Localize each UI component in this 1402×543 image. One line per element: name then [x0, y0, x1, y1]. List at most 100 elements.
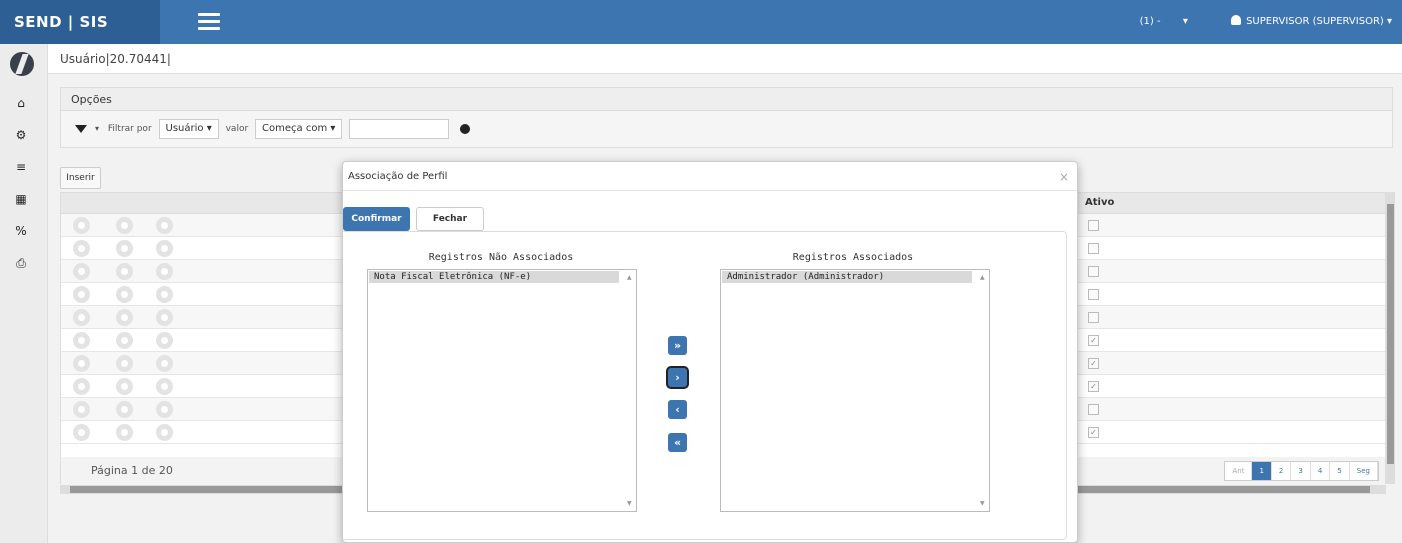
confirm-button[interactable]: Confirmar	[343, 207, 410, 231]
move-all-right-button[interactable]: »	[668, 336, 687, 355]
ativo-checkbox: ✓	[1088, 335, 1099, 346]
divider	[343, 190, 1077, 191]
profile-association-modal: Associação de Perfil × Confirmar Fechar …	[342, 161, 1078, 543]
edit-icon[interactable]	[116, 424, 133, 441]
ativo-checkbox	[1088, 266, 1099, 277]
gears-icon[interactable]: ⚙	[14, 128, 28, 142]
listbox-scrollbar[interactable]: ▲ ▼	[977, 270, 989, 511]
associated-listbox[interactable]: Administrador (Administrador) ▲ ▼	[720, 269, 990, 512]
brand-logo[interactable]: SEND | SIS	[0, 0, 160, 44]
value-label: valor	[225, 124, 249, 134]
view-icon[interactable]	[73, 309, 90, 326]
associated-title: Registros Associados	[792, 252, 914, 263]
close-button[interactable]: Fechar	[416, 207, 484, 231]
view-icon[interactable]	[73, 378, 90, 395]
view-icon[interactable]	[73, 217, 90, 234]
user-icon	[1231, 15, 1242, 25]
edit-icon[interactable]	[116, 240, 133, 257]
menu-toggle-icon[interactable]	[198, 13, 220, 31]
view-icon[interactable]	[73, 263, 90, 280]
print-icon[interactable]: ⎙	[14, 256, 28, 270]
view-icon[interactable]	[73, 240, 90, 257]
user-dropdown[interactable]: SUPERVISOR (SUPERVISOR) ▾	[1231, 0, 1392, 44]
left-nav: ⌂ ⚙ ≡ ▦ % ⎙	[0, 44, 48, 543]
unassociated-listbox[interactable]: Nota Fiscal Eletrônica (NF-e) ▲ ▼	[367, 269, 637, 512]
listbox-scrollbar[interactable]: ▲ ▼	[624, 270, 636, 511]
delete-icon[interactable]	[156, 263, 173, 280]
delete-icon[interactable]	[156, 286, 173, 303]
delete-icon[interactable]	[156, 309, 173, 326]
company-logo-icon	[10, 52, 34, 76]
edit-icon[interactable]	[116, 309, 133, 326]
page-info: Página 1 de 20	[91, 464, 173, 477]
list-item[interactable]: Nota Fiscal Eletrônica (NF-e)	[369, 271, 619, 283]
add-filter-icon[interactable]	[460, 124, 471, 134]
user-label: SUPERVISOR (SUPERVISOR)	[1246, 16, 1384, 27]
view-icon[interactable]	[73, 424, 90, 441]
pager-item[interactable]: 3	[1291, 462, 1311, 480]
move-right-button[interactable]: ›	[668, 368, 687, 387]
filter-icon[interactable]	[75, 125, 87, 133]
list-icon[interactable]: ≡	[14, 160, 28, 174]
pager: Ant 1 2 3 4 5 Seg	[1224, 461, 1379, 481]
move-all-left-button[interactable]: «	[668, 433, 687, 452]
edit-icon[interactable]	[116, 332, 133, 349]
pager-item[interactable]: Ant	[1225, 462, 1253, 480]
filter-operator-value: Começa com	[262, 123, 328, 134]
ativo-checkbox	[1088, 220, 1099, 231]
filter-operator-select[interactable]: Começa com ▾	[255, 119, 343, 139]
pager-item[interactable]: 4	[1311, 462, 1331, 480]
company-label: (1) -	[1139, 16, 1161, 27]
pager-item[interactable]: 2	[1272, 462, 1292, 480]
company-dropdown[interactable]: (1) - ▾	[1140, 0, 1188, 44]
edit-icon[interactable]	[116, 355, 133, 372]
ativo-checkbox: ✓	[1088, 358, 1099, 369]
pager-item[interactable]: 1	[1252, 462, 1272, 480]
ativo-checkbox	[1088, 243, 1099, 254]
edit-icon[interactable]	[116, 263, 133, 280]
delete-icon[interactable]	[156, 240, 173, 257]
modal-title: Associação de Perfil	[348, 171, 448, 182]
percent-icon[interactable]: %	[14, 224, 28, 238]
filter-field-select[interactable]: Usuário ▾	[158, 119, 219, 139]
move-left-button[interactable]: ‹	[668, 400, 687, 419]
insert-button[interactable]: Inserir	[60, 167, 101, 189]
column-header-ativo: Ativo	[1085, 197, 1115, 208]
filter-caret-icon[interactable]: ▾	[95, 124, 99, 133]
list-item[interactable]: Administrador (Administrador)	[722, 271, 972, 283]
edit-icon[interactable]	[116, 401, 133, 418]
home-icon[interactable]: ⌂	[14, 96, 28, 110]
ativo-checkbox: ✓	[1088, 427, 1099, 438]
top-bar: SEND | SIS (1) - ▾ SUPERVISOR (SUPERVISO…	[0, 0, 1402, 44]
ativo-checkbox	[1088, 312, 1099, 323]
delete-icon[interactable]	[156, 424, 173, 441]
unassociated-title: Registros Não Associados	[428, 252, 574, 263]
view-icon[interactable]	[73, 401, 90, 418]
filter-field-value: Usuário	[165, 123, 204, 134]
view-icon[interactable]	[73, 286, 90, 303]
grid-vertical-scrollbar[interactable]	[1386, 192, 1395, 484]
edit-icon[interactable]	[116, 217, 133, 234]
delete-icon[interactable]	[156, 378, 173, 395]
breadcrumb: Usuário|20.70441|	[60, 52, 171, 66]
view-icon[interactable]	[73, 332, 90, 349]
options-title: Opções	[61, 88, 1392, 111]
edit-icon[interactable]	[116, 378, 133, 395]
delete-icon[interactable]	[156, 401, 173, 418]
close-icon[interactable]: ×	[1059, 170, 1069, 184]
ativo-checkbox	[1088, 404, 1099, 415]
pager-item[interactable]: Seg	[1350, 462, 1378, 480]
calculator-icon[interactable]: ▦	[14, 192, 28, 206]
view-icon[interactable]	[73, 355, 90, 372]
delete-icon[interactable]	[156, 332, 173, 349]
filter-value-input[interactable]	[349, 119, 450, 139]
top-right-menus: (1) - ▾ SUPERVISOR (SUPERVISOR) ▾	[1140, 0, 1392, 44]
edit-icon[interactable]	[116, 286, 133, 303]
ativo-checkbox	[1088, 289, 1099, 300]
association-panel: Registros Não Associados Nota Fiscal Ele…	[343, 231, 1067, 540]
delete-icon[interactable]	[156, 217, 173, 234]
breadcrumb-bar: Usuário|20.70441|	[48, 44, 1402, 74]
pager-item[interactable]: 5	[1330, 462, 1350, 480]
delete-icon[interactable]	[156, 355, 173, 372]
filter-row: ▾ Filtrar por Usuário ▾ valor Começa com…	[75, 119, 471, 139]
